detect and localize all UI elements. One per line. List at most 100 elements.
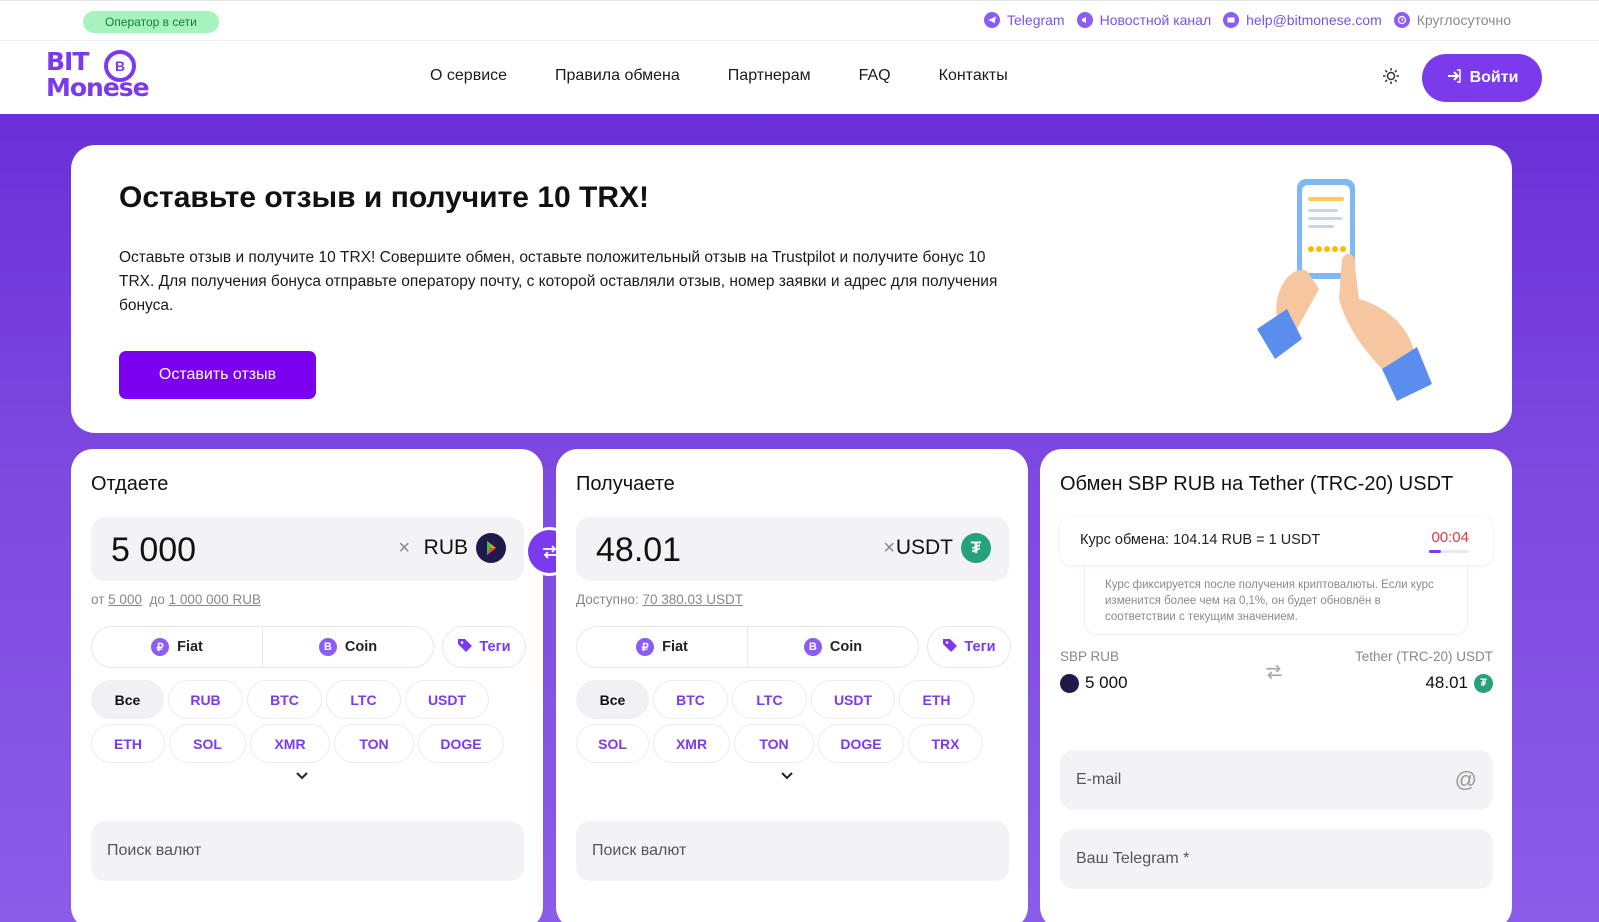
get-chip-ltc[interactable]: LTC [732, 680, 807, 719]
give-coin-tab[interactable]: B Coin [262, 627, 433, 667]
give-chip-sol[interactable]: SOL [169, 724, 246, 763]
rate-timer: 00:04 [1431, 529, 1469, 546]
give-currency-chips: Все RUB BTC LTC USDT ETH SOL XMR TON DOG… [91, 680, 531, 763]
nav-faq[interactable]: FAQ [859, 67, 891, 85]
get-chip-ton[interactable]: TON [734, 724, 814, 763]
give-fiat-tab[interactable]: ₽ Fiat [92, 627, 262, 667]
give-chip-xmr[interactable]: XMR [250, 724, 330, 763]
get-tags-label: Теги [964, 639, 996, 655]
get-chip-trx[interactable]: TRX [908, 724, 983, 763]
login-label: Войти [1469, 69, 1519, 86]
get-coin-tab[interactable]: B Coin [747, 627, 918, 667]
ruble-icon: ₽ [636, 638, 655, 656]
email-link-label: help@bitmonese.com [1246, 12, 1382, 28]
get-chip-eth[interactable]: ETH [899, 680, 974, 719]
give-chip-all[interactable]: Все [91, 680, 164, 719]
get-expand-chevron-icon[interactable] [779, 767, 795, 783]
get-tags-button[interactable]: Теги [927, 626, 1011, 668]
summary-to-amount: 48.01 [1425, 673, 1468, 692]
get-available: Доступно: 70 380.03 USDT [576, 592, 743, 607]
give-chip-btc[interactable]: BTC [247, 680, 322, 719]
main-nav: О сервисе Правила обмена Партнерам FAQ К… [430, 67, 1008, 85]
get-fiat-tab[interactable]: ₽ Fiat [577, 627, 747, 667]
telegram-field[interactable]: Ваш Telegram * [1060, 829, 1493, 889]
email-placeholder: E-mail [1076, 771, 1122, 788]
give-amount-field[interactable]: 5 000 × RUB [91, 517, 524, 581]
give-amount-value: 5 000 [111, 531, 197, 569]
give-search-input[interactable]: Поиск валют [91, 821, 524, 881]
nav-about[interactable]: О сервисе [430, 67, 507, 85]
give-clear-icon[interactable]: × [398, 537, 410, 560]
get-chip-sol[interactable]: SOL [576, 724, 649, 763]
give-chip-rub[interactable]: RUB [168, 680, 243, 719]
hours-label: Круглосуточно [1416, 12, 1511, 28]
rate-note: Курс фиксируется после получения криптов… [1084, 565, 1468, 635]
get-chip-xmr[interactable]: XMR [653, 724, 730, 763]
ruble-icon: ₽ [151, 638, 170, 656]
give-chip-eth[interactable]: ETH [91, 724, 165, 763]
limit-from-value[interactable]: 5 000 [108, 592, 142, 607]
promo-text: Оставьте отзыв и получите 10 TRX! Соверш… [119, 249, 998, 314]
summary-from: 5 000 [1060, 673, 1128, 693]
login-arrow-icon [1446, 68, 1462, 89]
limit-from-label: от [91, 592, 105, 607]
get-clear-icon[interactable]: × [883, 537, 895, 560]
get-currency[interactable]: USDT [896, 536, 953, 560]
get-chip-btc[interactable]: BTC [653, 680, 728, 719]
give-tags-button[interactable]: Теги [442, 626, 526, 668]
give-currency[interactable]: RUB [424, 536, 468, 560]
leave-review-button[interactable]: Оставить отзыв [119, 351, 316, 399]
mail-icon [1223, 12, 1240, 28]
logo[interactable]: BIT B Monese [46, 49, 150, 107]
give-chip-doge[interactable]: DOGE [418, 724, 504, 763]
rate-timer-bar-fill [1429, 550, 1441, 553]
hours-info: Круглосуточно [1393, 12, 1511, 28]
get-amount-field[interactable]: 48.01 × USDT ₮ [576, 517, 1009, 581]
get-fiat-label: Fiat [662, 639, 688, 655]
get-chip-all[interactable]: Все [576, 680, 649, 719]
limit-to-value[interactable]: 1 000 000 RUB [169, 592, 261, 607]
get-search-input[interactable]: Поиск валют [576, 821, 1009, 881]
operator-online-badge: Оператор в сети [83, 11, 219, 33]
news-channel-link[interactable]: Новостной канал [1076, 12, 1212, 28]
get-chip-usdt[interactable]: USDT [811, 680, 895, 719]
telegram-link[interactable]: Telegram [984, 12, 1065, 28]
get-card: Получаете 48.01 × USDT ₮ Доступно: 70 38… [556, 449, 1028, 922]
top-info-bar: Оператор в сети Telegram Новостной канал… [0, 0, 1599, 41]
exchange-summary-card: Обмен SBP RUB на Tether (TRC-20) USDT Ку… [1040, 449, 1512, 922]
promo-title: Оставьте отзыв и получите 10 TRX! [119, 181, 650, 214]
get-coin-label: Coin [829, 639, 863, 655]
give-chip-usdt[interactable]: USDT [405, 680, 489, 719]
email-field[interactable]: E-mail @ [1060, 750, 1493, 810]
at-icon: @ [1454, 767, 1477, 792]
available-value[interactable]: 70 380.03 USDT [642, 592, 743, 607]
give-chip-ton[interactable]: TON [334, 724, 414, 763]
top-links: Telegram Новостной канал help@bitmonese.… [984, 12, 1511, 28]
nav-partners[interactable]: Партнерам [728, 67, 811, 85]
news-channel-label: Новостной канал [1099, 12, 1212, 28]
megaphone-icon [1076, 12, 1093, 28]
give-coin-label: Coin [344, 639, 378, 655]
summary-from-amount: 5 000 [1085, 673, 1128, 692]
give-limits: от 5 000 до 1 000 000 RUB [91, 592, 261, 607]
get-title: Получаете [576, 473, 675, 495]
logo-coin: B [104, 50, 136, 82]
limit-to-label: до [149, 592, 165, 607]
sun-icon[interactable] [1381, 66, 1401, 86]
give-card: Отдаете 5 000 × RUB от 5 000 до 1 000 00… [71, 449, 543, 922]
promo-banner: Оставьте отзыв и получите 10 TRX! Оставь… [71, 145, 1512, 433]
phone-review-illustration [1257, 179, 1432, 401]
login-button[interactable]: Войти [1422, 54, 1542, 102]
give-chip-ltc[interactable]: LTC [326, 680, 401, 719]
telegram-icon [984, 12, 1001, 28]
nav-rules[interactable]: Правила обмена [555, 67, 680, 85]
summary-to-label: Tether (TRC-20) USDT [1354, 649, 1493, 664]
nav-contacts[interactable]: Контакты [939, 67, 1008, 85]
give-expand-chevron-icon[interactable] [294, 767, 310, 783]
give-fiat-label: Fiat [177, 639, 203, 655]
swap-arrows-icon [1263, 661, 1285, 683]
clock-icon [1393, 12, 1410, 28]
get-chip-doge[interactable]: DOGE [818, 724, 904, 763]
summary-title: Обмен SBP RUB на Tether (TRC-20) USDT [1060, 473, 1454, 495]
email-link[interactable]: help@bitmonese.com [1223, 12, 1382, 28]
